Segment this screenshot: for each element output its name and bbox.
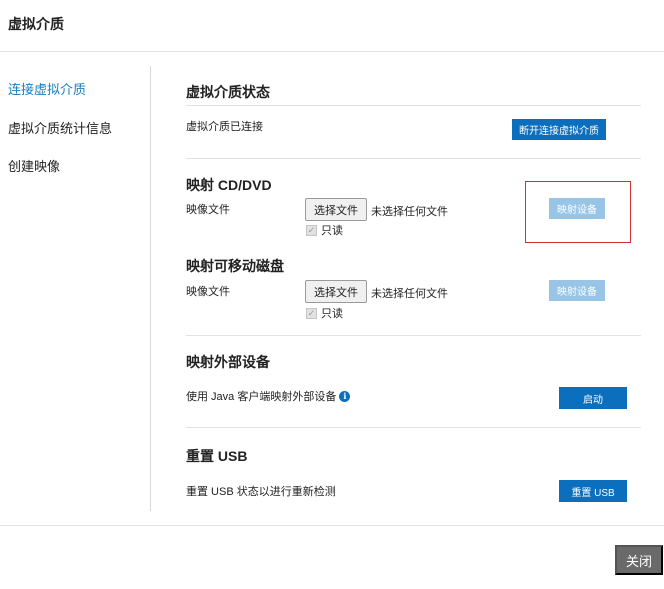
info-icon[interactable]: i xyxy=(339,390,351,402)
removable-no-file-text: 未选择任何文件 xyxy=(371,288,448,300)
usb-text: 重置 USB 状态以进行重新检测 xyxy=(186,486,336,498)
header-divider xyxy=(0,51,664,52)
status-title-divider xyxy=(186,105,641,106)
highlight-annotation-box xyxy=(525,181,631,243)
sidebar-item-virtual-media-statistics[interactable]: 虚拟介质统计信息 xyxy=(8,118,112,137)
check-icon: ✓ xyxy=(307,307,316,318)
cd-dvd-no-file-text: 未选择任何文件 xyxy=(371,206,448,218)
footer-divider xyxy=(0,525,664,526)
cd-dvd-readonly-checkbox: ✓ xyxy=(306,224,317,236)
cd-dvd-readonly-option: ✓ 只读 xyxy=(306,222,343,238)
usb-section-title: 重置 USB xyxy=(186,448,248,464)
status-section-title: 虚拟介质状态 xyxy=(186,84,270,100)
cd-dvd-section-title: 映射 CD/DVD xyxy=(186,177,272,193)
reset-usb-button[interactable]: 重置 USB xyxy=(559,480,627,502)
external-text: 使用 Java 客户端映射外部设备 xyxy=(186,391,337,403)
start-java-client-button[interactable]: 启动 xyxy=(559,387,627,409)
section-divider xyxy=(186,335,641,336)
removable-readonly-checkbox: ✓ xyxy=(306,307,317,319)
removable-image-label: 映像文件 xyxy=(186,286,230,298)
removable-section-title: 映射可移动磁盘 xyxy=(186,258,284,274)
removable-choose-file-button[interactable]: 选择文件 xyxy=(305,280,367,303)
removable-readonly-label: 只读 xyxy=(321,308,343,320)
external-section-title: 映射外部设备 xyxy=(186,354,270,370)
sidebar-item-create-image[interactable]: 创建映像 xyxy=(8,156,60,175)
dialog-title: 虚拟介质 xyxy=(8,16,64,32)
sidebar: 连接虚拟介质 虚拟介质统计信息 创建映像 xyxy=(0,66,151,511)
cd-dvd-choose-file-button[interactable]: 选择文件 xyxy=(305,198,367,221)
removable-map-device-button: 映射设备 xyxy=(549,280,605,301)
check-icon: ✓ xyxy=(307,224,316,235)
external-row: 使用 Java 客户端映射外部设备 i xyxy=(186,388,351,404)
section-divider xyxy=(186,158,641,159)
disconnect-button[interactable]: 断开连接虚拟介质 xyxy=(512,119,606,140)
cd-dvd-image-label: 映像文件 xyxy=(186,204,230,216)
sidebar-item-connect-virtual-media[interactable]: 连接虚拟介质 xyxy=(8,79,86,98)
cd-dvd-readonly-label: 只读 xyxy=(321,225,343,237)
status-text: 虚拟介质已连接 xyxy=(186,121,263,133)
removable-readonly-option: ✓ 只读 xyxy=(306,305,343,321)
close-button[interactable]: 关闭 xyxy=(615,545,663,575)
section-divider xyxy=(186,427,641,428)
